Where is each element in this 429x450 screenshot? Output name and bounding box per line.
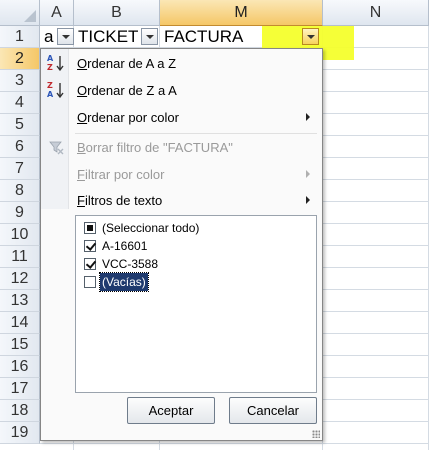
cancel-button[interactable]: Cancelar	[229, 397, 317, 424]
sort-za-icon: Z A	[47, 81, 64, 99]
sort-az-icon: A Z	[47, 54, 64, 72]
row-header[interactable]: 16	[0, 356, 40, 378]
checkbox-unchecked[interactable]	[84, 276, 96, 288]
row-header[interactable]: 14	[0, 312, 40, 334]
submenu-arrow-icon	[306, 113, 310, 121]
submenu-arrow-icon	[306, 170, 310, 178]
submenu-arrow-icon	[306, 196, 310, 204]
row-header[interactable]: 10	[0, 224, 40, 246]
list-item-label: (Seleccionar todo)	[102, 221, 200, 235]
grid-hline	[40, 443, 429, 444]
row-header[interactable]: 18	[0, 400, 40, 422]
row-header[interactable]: 1	[0, 26, 40, 48]
menu-item-label: Filtros de texto	[77, 193, 163, 208]
cell-m1[interactable]: FACTURA	[160, 26, 300, 48]
filter-dropdown-a-button[interactable]	[57, 28, 74, 45]
svg-text:A: A	[47, 54, 54, 63]
row-header[interactable]: 13	[0, 290, 40, 312]
svg-text:A: A	[47, 90, 54, 99]
select-all-corner[interactable]	[0, 0, 40, 26]
list-item-label: (Vacías)	[99, 272, 149, 292]
filter-values-list[interactable]: (Seleccionar todo) A-16601 VCC-3588 (Vac…	[75, 215, 317, 393]
column-header-m[interactable]: M	[160, 0, 323, 26]
row-header[interactable]: 12	[0, 268, 40, 290]
menu-item-label: Filtrar por color	[77, 167, 165, 182]
row-header[interactable]: 9	[0, 202, 40, 224]
menu-item-label: Ordenar por color	[77, 110, 179, 125]
svg-text:Z: Z	[47, 81, 53, 90]
autofilter-menu: A Z Ordenar de A a Z Z A Ordenar de Z a …	[40, 48, 323, 441]
list-item-label: VCC-3588	[102, 257, 159, 271]
menu-item-text-filters[interactable]: Filtros de texto	[41, 187, 324, 214]
row-header[interactable]: 17	[0, 378, 40, 400]
menu-item-clear-filter[interactable]: Borrar filtro de "FACTURA"	[41, 134, 324, 161]
row-header[interactable]: 8	[0, 180, 40, 202]
row-header[interactable]: 19	[0, 422, 40, 444]
checkbox-partial[interactable]	[84, 222, 96, 234]
list-item-label: A-16601	[102, 239, 148, 253]
column-header-b[interactable]: B	[74, 0, 160, 26]
menu-item-sort-color[interactable]: Ordenar por color	[41, 104, 324, 131]
row-header[interactable]: 5	[0, 114, 40, 136]
corner-triangle-icon	[24, 10, 36, 22]
menu-item-sort-za[interactable]: Z A Ordenar de Z a A	[41, 77, 324, 104]
row-header[interactable]: 11	[0, 246, 40, 268]
menu-item-filter-color[interactable]: Filtrar por color	[41, 161, 324, 188]
menu-item-sort-az[interactable]: A Z Ordenar de A a Z	[41, 50, 324, 77]
row-header[interactable]: 6	[0, 136, 40, 158]
column-header-a[interactable]: A	[40, 0, 74, 26]
clear-filter-icon	[49, 141, 64, 155]
ok-button[interactable]: Aceptar	[127, 397, 215, 424]
checkbox-checked[interactable]	[84, 240, 96, 252]
menu-item-label: Ordenar de Z a A	[77, 83, 177, 98]
menu-item-label: Borrar filtro de "FACTURA"	[77, 140, 233, 155]
cell-b1[interactable]: TICKET	[74, 26, 144, 48]
svg-text:Z: Z	[47, 63, 53, 72]
filter-dropdown-m-button[interactable]	[302, 28, 319, 45]
row-header[interactable]: 15	[0, 334, 40, 356]
resize-grip-icon[interactable]	[312, 430, 320, 438]
filter-dropdown-b-button[interactable]	[141, 28, 158, 45]
row-header[interactable]: 4	[0, 92, 40, 114]
row-header[interactable]: 2	[0, 48, 40, 70]
checkbox-checked[interactable]	[84, 258, 96, 270]
column-header-n[interactable]: N	[323, 0, 429, 26]
row-header[interactable]: 3	[0, 70, 40, 92]
menu-item-label: Ordenar de A a Z	[77, 56, 177, 71]
row-header[interactable]: 7	[0, 158, 40, 180]
